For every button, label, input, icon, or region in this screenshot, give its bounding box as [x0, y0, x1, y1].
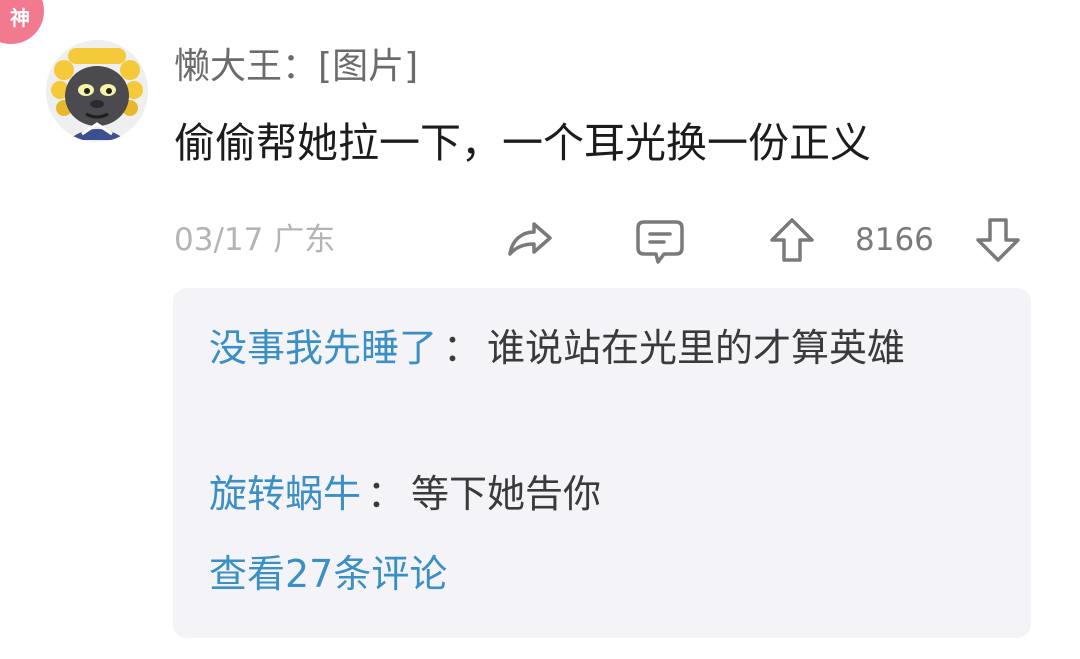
- avatar[interactable]: [46, 40, 148, 142]
- reply-separator: ：: [367, 472, 406, 516]
- reply-text: 谁说站在光里的才算英雄: [487, 326, 906, 370]
- arrow-up-icon[interactable]: [766, 214, 818, 266]
- comment-icon[interactable]: [634, 214, 686, 266]
- reply-author[interactable]: 没事我先睡了: [209, 326, 437, 370]
- reply-text: 等下她告你: [411, 472, 602, 516]
- avatar-image: [46, 40, 148, 142]
- comment-date: 03/17: [174, 222, 264, 258]
- badge-label: 神: [10, 6, 30, 30]
- comment-page: 神 懒大王：[图片] 偷偷帮她拉一下，一个耳光换一份正义 03/17 广东 81…: [0, 0, 1080, 659]
- vote-count: 8166: [855, 222, 934, 258]
- image-tag[interactable]: [图片]: [318, 46, 418, 87]
- username-separator: ：: [282, 46, 319, 87]
- comment-body: 偷偷帮她拉一下，一个耳光换一份正义: [174, 119, 871, 167]
- comment-meta: 03/17 广东: [174, 220, 335, 260]
- reply-item[interactable]: 旋转蜗牛：等下她告你: [209, 464, 989, 524]
- comment-header: 懒大王：[图片]: [174, 44, 418, 90]
- arrow-down-icon[interactable]: [972, 214, 1024, 266]
- reply-preview-box: 没事我先睡了：谁说站在光里的才算英雄 旋转蜗牛：等下她告你 查看27条评论: [173, 288, 1031, 638]
- view-more-replies-link[interactable]: 查看27条评论: [209, 544, 447, 604]
- comment-location: 广东: [273, 222, 336, 258]
- share-icon[interactable]: [504, 214, 556, 266]
- reply-item[interactable]: 没事我先睡了：谁说站在光里的才算英雄: [209, 318, 989, 378]
- reply-separator: ：: [443, 326, 482, 370]
- username[interactable]: 懒大王: [174, 46, 282, 87]
- god-comment-badge: 神: [0, 0, 44, 44]
- reply-author[interactable]: 旋转蜗牛: [209, 472, 361, 516]
